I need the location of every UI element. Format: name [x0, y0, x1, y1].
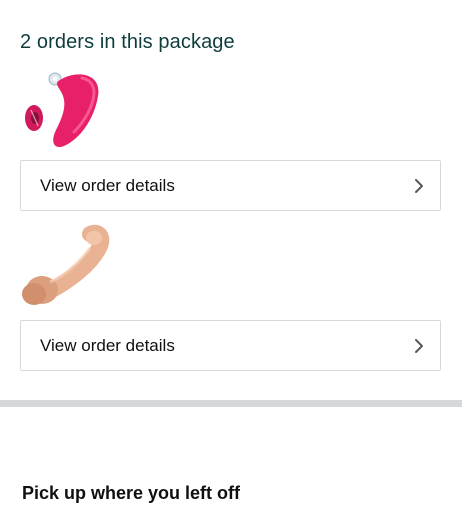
view-order-details-button-1[interactable]: View order details: [20, 160, 441, 211]
order-2-product-image[interactable]: [20, 224, 116, 310]
section-divider: [0, 400, 462, 407]
view-order-details-button-2[interactable]: View order details: [20, 320, 441, 371]
view-order-details-label: View order details: [40, 176, 175, 195]
chevron-right-icon: [412, 176, 426, 196]
pick-up-section-title: Pick up where you left off: [22, 483, 241, 503]
view-order-details-label: View order details: [40, 336, 175, 355]
package-title: 2 orders in this package: [20, 31, 235, 53]
order-1-product-image[interactable]: [20, 66, 116, 152]
chevron-right-icon: [412, 336, 426, 356]
package-details-page: 2 orders in this package View order deta…: [0, 0, 462, 512]
beige-product-icon: [22, 224, 110, 305]
pink-product-icon: [25, 72, 99, 148]
